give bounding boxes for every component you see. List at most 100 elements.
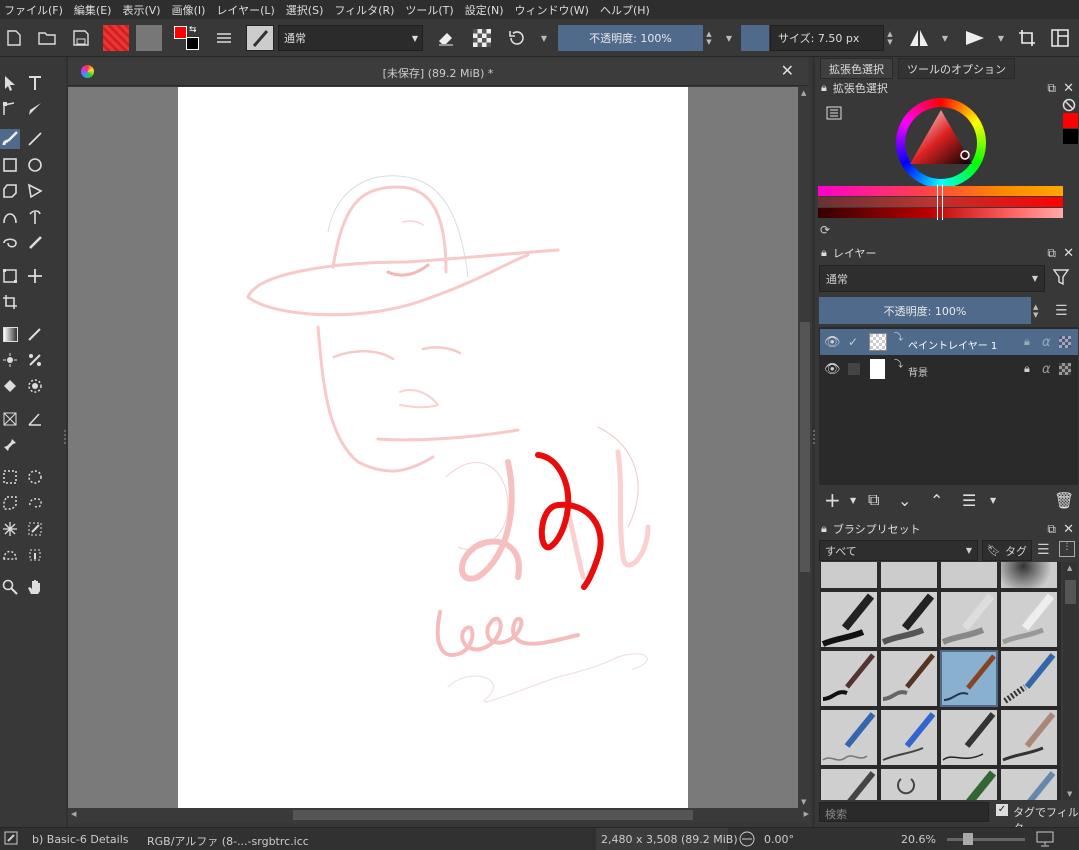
- layer-name[interactable]: 背景: [908, 364, 928, 379]
- menu-edit[interactable]: 編集(E): [74, 2, 112, 18]
- select-shapes-icon[interactable]: [0, 73, 20, 93]
- close-icon[interactable]: ✕: [1063, 246, 1074, 261]
- filter-icon[interactable]: [1052, 268, 1074, 290]
- zoom-tool-icon[interactable]: [0, 577, 20, 597]
- scroll-down-icon[interactable]: ▼: [801, 798, 806, 806]
- menu-help[interactable]: ヘルプ(H): [600, 2, 650, 18]
- brush-preset[interactable]: [940, 709, 998, 766]
- duplicate-layer-icon[interactable]: ⧉: [868, 490, 879, 510]
- fg-bg-color-selector[interactable]: ⇆: [172, 25, 202, 51]
- transform-tool-icon[interactable]: [0, 266, 20, 286]
- freehand-brush-icon[interactable]: [0, 129, 20, 149]
- workspace-icon[interactable]: [1048, 25, 1072, 51]
- mirror-vertical-icon[interactable]: [962, 25, 988, 51]
- opacity-slider[interactable]: 不透明度: 100%: [558, 25, 703, 51]
- brush-preset[interactable]: [820, 768, 878, 800]
- magnetic-select-icon[interactable]: [25, 545, 45, 565]
- menu-layer[interactable]: レイヤー(L): [216, 2, 274, 18]
- scroll-left-icon[interactable]: ◀: [71, 810, 76, 818]
- scroll-down-icon[interactable]: ▼: [1067, 790, 1072, 798]
- opacity-spin-buttons[interactable]: ▲ ▼: [703, 25, 715, 51]
- new-document-icon[interactable]: [4, 25, 24, 51]
- layer-opacity-spin[interactable]: ▲ ▼: [1033, 298, 1045, 324]
- assistant-tool-icon[interactable]: [25, 350, 45, 370]
- brush-preset[interactable]: [880, 591, 938, 648]
- checkbox[interactable]: [848, 363, 860, 375]
- monitor-icon[interactable]: [1036, 831, 1054, 850]
- scroll-right-icon[interactable]: ▶: [804, 810, 809, 818]
- vertical-scrollbar[interactable]: ▲ ▼: [798, 87, 812, 808]
- tab-tool-options[interactable]: ツールのオプション: [898, 58, 1015, 79]
- brush-preset[interactable]: [940, 768, 998, 800]
- menu-settings[interactable]: 設定(N): [465, 2, 504, 18]
- layers-menu-icon[interactable]: ☰: [1055, 303, 1068, 319]
- move-layer-down-icon[interactable]: ⌄: [898, 491, 911, 510]
- refresh-icon[interactable]: ⟳: [820, 223, 834, 237]
- pattern-preset-icon[interactable]: [136, 25, 162, 51]
- pan-tool-icon[interactable]: [25, 577, 45, 597]
- fill-tool-icon[interactable]: [0, 376, 20, 396]
- rectangle-tool-icon[interactable]: [0, 155, 20, 175]
- eye-icon[interactable]: 👁︎: [824, 362, 841, 377]
- contiguous-select-icon[interactable]: [0, 519, 20, 539]
- color-picker-icon[interactable]: [25, 324, 45, 344]
- brush-preset[interactable]: [820, 591, 878, 648]
- move-layer-up-icon[interactable]: ⌃: [930, 491, 943, 510]
- gradient-tool-icon[interactable]: [0, 324, 20, 344]
- scrollbar-thumb[interactable]: [1065, 580, 1076, 604]
- brush-preset-selected[interactable]: [940, 650, 998, 707]
- menu-window[interactable]: ウィンドウ(W): [515, 2, 589, 18]
- dynamic-brush-icon[interactable]: [0, 233, 20, 253]
- inherit-alpha-icon[interactable]: [1059, 363, 1071, 375]
- menu-tools[interactable]: ツール(T): [405, 2, 453, 18]
- float-icon[interactable]: ⧉: [1047, 246, 1056, 261]
- multibrush-icon[interactable]: [25, 233, 45, 253]
- checkmark-icon[interactable]: ✓: [848, 335, 858, 349]
- chevron-down-icon[interactable]: ▼: [722, 25, 736, 51]
- reload-preset-icon[interactable]: [504, 25, 530, 51]
- bezier-tool-icon[interactable]: [0, 207, 20, 227]
- menu-image[interactable]: 画像(I): [172, 2, 206, 18]
- brush-preset[interactable]: [820, 650, 878, 707]
- inherit-alpha-icon[interactable]: [1059, 336, 1071, 348]
- canvas-page[interactable]: [178, 87, 688, 808]
- brush-preset[interactable]: [880, 562, 938, 589]
- edit-shapes-icon[interactable]: [0, 99, 20, 119]
- float-icon[interactable]: ⧉: [1047, 81, 1056, 96]
- perspective-grid-icon[interactable]: [0, 409, 20, 429]
- blend-mode-select[interactable]: 通常 ▼: [278, 25, 423, 51]
- preserve-alpha-icon[interactable]: [470, 25, 494, 51]
- layer-properties-icon[interactable]: ☰: [962, 491, 976, 510]
- brush-preset[interactable]: [940, 591, 998, 648]
- layer-blend-mode-select[interactable]: 通常 ▼: [819, 265, 1045, 292]
- alpha-lock-icon[interactable]: α: [1042, 362, 1051, 377]
- chevron-down-icon[interactable]: ▼: [994, 25, 1008, 51]
- history-swatch-black[interactable]: [1063, 129, 1078, 144]
- add-layer-icon[interactable]: +: [824, 488, 841, 512]
- text-tool-icon[interactable]: [25, 73, 45, 93]
- freehand-select-icon[interactable]: [25, 493, 45, 513]
- color-slider-marker[interactable]: [937, 184, 943, 220]
- close-icon[interactable]: ✕: [1063, 81, 1074, 96]
- move-tool-icon[interactable]: [25, 266, 45, 286]
- calligraphy-icon[interactable]: [25, 99, 45, 119]
- ellipse-tool-icon[interactable]: [25, 155, 45, 175]
- close-icon[interactable]: ✕: [781, 61, 794, 80]
- brush-preset[interactable]: [1000, 709, 1058, 766]
- scrollbar-thumb[interactable]: [800, 322, 810, 572]
- smart-patch-icon[interactable]: [0, 350, 20, 370]
- open-folder-icon[interactable]: [36, 25, 58, 51]
- eye-icon[interactable]: 👁︎: [824, 335, 841, 350]
- chevron-down-icon[interactable]: ▼: [536, 25, 552, 51]
- scrollbar-thumb[interactable]: [293, 810, 693, 820]
- brush-preset[interactable]: [940, 562, 998, 589]
- brush-view-icon[interactable]: ⋮: [1059, 541, 1075, 557]
- zoom-slider-handle[interactable]: [963, 833, 973, 845]
- close-icon[interactable]: ✕: [1063, 522, 1074, 537]
- size-slider[interactable]: サイズ: 7.50 px: [770, 25, 884, 51]
- polygon-tool-icon[interactable]: [0, 181, 20, 201]
- line-tool-icon[interactable]: [25, 129, 45, 149]
- alpha-lock-icon[interactable]: α: [1042, 335, 1051, 350]
- brush-preset[interactable]: [1000, 650, 1058, 707]
- brush-filter-select[interactable]: すべて ▼: [819, 540, 978, 561]
